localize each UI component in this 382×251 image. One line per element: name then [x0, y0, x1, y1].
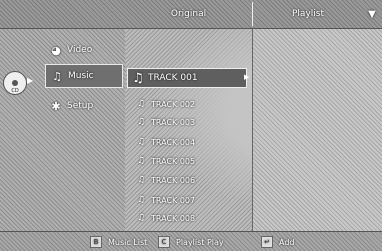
- music-note-icon: ♫: [137, 99, 146, 109]
- menu-item-music[interactable]: ♫ Music: [45, 64, 123, 88]
- c-button-icon: C: [158, 236, 170, 248]
- music-note-icon: ♫: [137, 156, 146, 166]
- track-label: TRACK 004: [151, 137, 196, 147]
- track-label: TRACK 002: [151, 99, 196, 109]
- menu-item-label: Setup: [67, 101, 94, 111]
- music-note-icon: ♫: [137, 117, 146, 127]
- bottom-hint-bar: B Music List C Playlist Play ↵ Add: [0, 231, 382, 251]
- track-label: TRACK 006: [151, 175, 196, 185]
- chevron-right-icon: ▶: [244, 73, 250, 81]
- tab-original-label: Original: [170, 9, 207, 19]
- cd-disc-icon: CD: [3, 71, 27, 95]
- add-hint[interactable]: ↵ Add: [261, 236, 295, 248]
- track-item[interactable]: ♫ TRACK 005: [137, 154, 247, 168]
- tab-playlist-label: Playlist: [292, 9, 324, 19]
- tab-playlist[interactable]: Playlist: [253, 0, 363, 28]
- music-note-icon: ♫: [137, 213, 146, 223]
- track-item[interactable]: ♫ TRACK 008: [137, 211, 247, 225]
- music-note-icon: ♫: [137, 137, 146, 147]
- track-label: TRACK 007: [151, 195, 196, 205]
- top-bar: Original Playlist ▼: [0, 0, 382, 29]
- music-list-label: Music List: [108, 237, 148, 247]
- music-note-icon: ♫: [137, 175, 146, 185]
- music-browser-screen: Original Playlist ▼ CD ▶ ◕ Video ♫ Music…: [0, 0, 382, 251]
- tab-original[interactable]: Original: [125, 0, 252, 28]
- menu-item-label: Music: [68, 71, 94, 81]
- music-icon: ♫: [52, 69, 62, 83]
- track-label: TRACK 003: [151, 117, 196, 127]
- music-list-hint[interactable]: B Music List: [90, 236, 147, 248]
- playlist-area: [252, 29, 382, 231]
- track-item[interactable]: ♫ TRACK 006: [137, 173, 247, 187]
- disc-label: CD: [11, 88, 19, 94]
- menu-item-label: Video: [67, 45, 93, 55]
- track-item[interactable]: ♫ TRACK 007: [137, 193, 247, 207]
- menu-item-setup[interactable]: ✱ Setup: [45, 94, 123, 118]
- track-label: TRACK 005: [151, 156, 196, 166]
- playlist-play-hint[interactable]: C Playlist Play: [158, 236, 224, 248]
- track-item[interactable]: ♫ TRACK 004: [137, 135, 247, 149]
- track-item[interactable]: ♫ TRACK 002: [137, 97, 247, 111]
- filter-icon[interactable]: ▼: [363, 0, 381, 28]
- music-note-icon: ♫: [132, 70, 144, 86]
- enter-button-icon: ↵: [261, 236, 273, 248]
- add-label: Add: [279, 237, 295, 247]
- music-note-icon: ♫: [137, 195, 146, 205]
- arrow-right-icon: ▶: [27, 76, 34, 85]
- menu-item-video[interactable]: ◕ Video: [45, 38, 123, 62]
- track-label: TRACK 001: [148, 73, 198, 83]
- video-icon: ◕: [51, 43, 61, 57]
- playlist-play-label: Playlist Play: [176, 237, 224, 247]
- b-button-icon: B: [90, 236, 102, 248]
- track-item-selected[interactable]: ♫ TRACK 001: [127, 68, 247, 88]
- track-label: TRACK 008: [151, 213, 196, 223]
- setup-icon: ✱: [51, 99, 61, 113]
- track-item[interactable]: ♫ TRACK 003: [137, 115, 247, 129]
